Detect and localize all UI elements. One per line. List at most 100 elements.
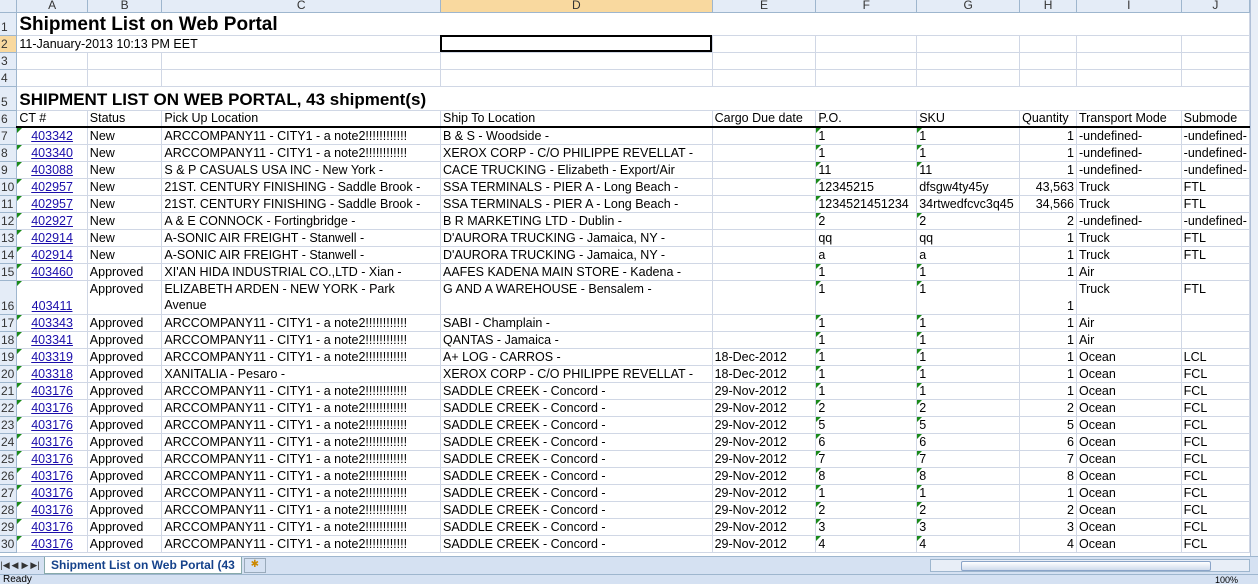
ct-link[interactable]: 402914 [31, 231, 73, 245]
row-header[interactable]: 17 [0, 314, 18, 332]
cargo-due-date[interactable]: 29-Nov-2012 [712, 518, 817, 536]
cargo-due-date[interactable] [712, 161, 817, 179]
status[interactable]: Approved [87, 314, 163, 332]
pickup-location[interactable]: ARCCOMPANY11 - CITY1 - a note2!!!!!!!!!!… [161, 348, 441, 366]
row-header[interactable]: 23 [0, 416, 18, 434]
first-sheet-icon[interactable]: |◀ [0, 560, 10, 571]
column-header[interactable]: B [87, 0, 163, 13]
po-number[interactable]: 7 [815, 450, 918, 468]
row-header[interactable]: 11 [0, 195, 18, 213]
ct-link[interactable]: 403318 [31, 367, 73, 381]
ship-to-location[interactable]: D'AURORA TRUCKING - Jamaica, NY - [440, 246, 713, 264]
po-number[interactable]: 1 [815, 144, 918, 162]
timestamp[interactable]: 11-January-2013 10:13 PM EET [16, 35, 441, 53]
po-number[interactable]: 1 [815, 263, 918, 281]
cargo-due-date[interactable] [712, 178, 817, 196]
pickup-location[interactable]: ARCCOMPANY11 - CITY1 - a note2!!!!!!!!!!… [161, 144, 441, 162]
sku[interactable]: 34rtwedfcvc3q45 [916, 195, 1021, 213]
page-title[interactable]: Shipment List on Web Portal [16, 12, 1250, 36]
status[interactable]: Approved [87, 382, 163, 400]
quantity[interactable]: 1 [1019, 280, 1077, 315]
cargo-due-date[interactable] [712, 263, 817, 281]
status[interactable]: New [87, 178, 163, 196]
ct-link[interactable]: 403176 [31, 486, 73, 500]
ct-number[interactable]: 403176 [16, 518, 88, 536]
ship-to-location[interactable]: D'AURORA TRUCKING - Jamaica, NY - [440, 229, 713, 247]
quantity[interactable]: 1 [1019, 382, 1077, 400]
submode[interactable]: FCL [1181, 433, 1250, 451]
quantity[interactable]: 7 [1019, 450, 1077, 468]
row-header[interactable]: 2 [0, 35, 18, 53]
cell[interactable] [712, 52, 817, 70]
column-header[interactable]: G [916, 0, 1021, 13]
ct-link[interactable]: 403176 [31, 384, 73, 398]
ct-link[interactable]: 403176 [31, 503, 73, 517]
row-header[interactable]: 14 [0, 246, 18, 264]
status[interactable]: New [87, 212, 163, 230]
column-title[interactable]: Transport Mode [1076, 110, 1182, 128]
ship-to-location[interactable]: SSA TERMINALS - PIER A - Long Beach - [440, 178, 713, 196]
ct-link[interactable]: 403341 [31, 333, 73, 347]
po-number[interactable]: 2 [815, 212, 918, 230]
cell[interactable] [712, 69, 817, 87]
ct-number[interactable]: 403411 [16, 280, 88, 315]
row-header[interactable]: 24 [0, 433, 18, 451]
transport-mode[interactable]: Ocean [1076, 348, 1182, 366]
pickup-location[interactable]: ARCCOMPANY11 - CITY1 - a note2!!!!!!!!!!… [161, 518, 441, 536]
transport-mode[interactable]: -undefined- [1076, 144, 1182, 162]
po-number[interactable]: 1 [815, 348, 918, 366]
cell[interactable] [1019, 35, 1077, 53]
submode[interactable]: FCL [1181, 484, 1250, 502]
column-header[interactable]: F [815, 0, 918, 13]
ship-to-location[interactable]: B & S - Woodside - [440, 127, 713, 145]
next-sheet-icon[interactable]: ▶ [20, 560, 30, 571]
submode[interactable]: FCL [1181, 416, 1250, 434]
status[interactable]: New [87, 246, 163, 264]
po-number[interactable]: 1234521451234 [815, 195, 918, 213]
sku[interactable]: 1 [916, 382, 1021, 400]
status[interactable]: Approved [87, 280, 163, 315]
submode[interactable]: FCL [1181, 501, 1250, 519]
zoom-level[interactable]: 100% [1215, 575, 1238, 584]
quantity[interactable]: 34,566 [1019, 195, 1077, 213]
cell[interactable] [815, 35, 918, 53]
ct-number[interactable]: 403340 [16, 144, 88, 162]
po-number[interactable]: 1 [815, 127, 918, 145]
ct-link[interactable]: 403343 [31, 316, 73, 330]
ct-number[interactable]: 403342 [16, 127, 88, 145]
last-sheet-icon[interactable]: ▶| [30, 560, 40, 571]
column-header[interactable]: E [712, 0, 817, 13]
transport-mode[interactable]: Air [1076, 331, 1182, 349]
submode[interactable]: FCL [1181, 450, 1250, 468]
row-header[interactable]: 27 [0, 484, 18, 502]
ct-number[interactable]: 403088 [16, 161, 88, 179]
column-header[interactable]: I [1076, 0, 1182, 13]
submode[interactable]: FCL [1181, 399, 1250, 417]
row-header[interactable]: 6 [0, 110, 18, 128]
cargo-due-date[interactable] [712, 331, 817, 349]
row-header[interactable]: 18 [0, 331, 18, 349]
sku[interactable]: 2 [916, 501, 1021, 519]
cargo-due-date[interactable]: 29-Nov-2012 [712, 535, 817, 553]
column-title[interactable]: Ship To Location [440, 110, 713, 128]
ship-to-location[interactable]: SADDLE CREEK - Concord - [440, 535, 713, 553]
ship-to-location[interactable]: SABI - Champlain - [440, 314, 713, 332]
ct-link[interactable]: 403411 [32, 299, 73, 313]
status[interactable]: New [87, 161, 163, 179]
cargo-due-date[interactable] [712, 229, 817, 247]
row-header[interactable]: 22 [0, 399, 18, 417]
sku[interactable]: 1 [916, 484, 1021, 502]
transport-mode[interactable]: Truck [1076, 195, 1182, 213]
row-header[interactable]: 5 [0, 86, 18, 111]
quantity[interactable]: 1 [1019, 331, 1077, 349]
transport-mode[interactable]: Ocean [1076, 382, 1182, 400]
pickup-location[interactable]: ARCCOMPANY11 - CITY1 - a note2!!!!!!!!!!… [161, 433, 441, 451]
column-header[interactable]: D [440, 0, 713, 13]
row-header[interactable]: 29 [0, 518, 18, 536]
status[interactable]: Approved [87, 416, 163, 434]
quantity[interactable]: 43,563 [1019, 178, 1077, 196]
po-number[interactable]: 1 [815, 331, 918, 349]
po-number[interactable]: 12345215 [815, 178, 918, 196]
pickup-location[interactable]: 21ST. CENTURY FINISHING - Saddle Brook - [161, 195, 441, 213]
submode[interactable]: FCL [1181, 518, 1250, 536]
